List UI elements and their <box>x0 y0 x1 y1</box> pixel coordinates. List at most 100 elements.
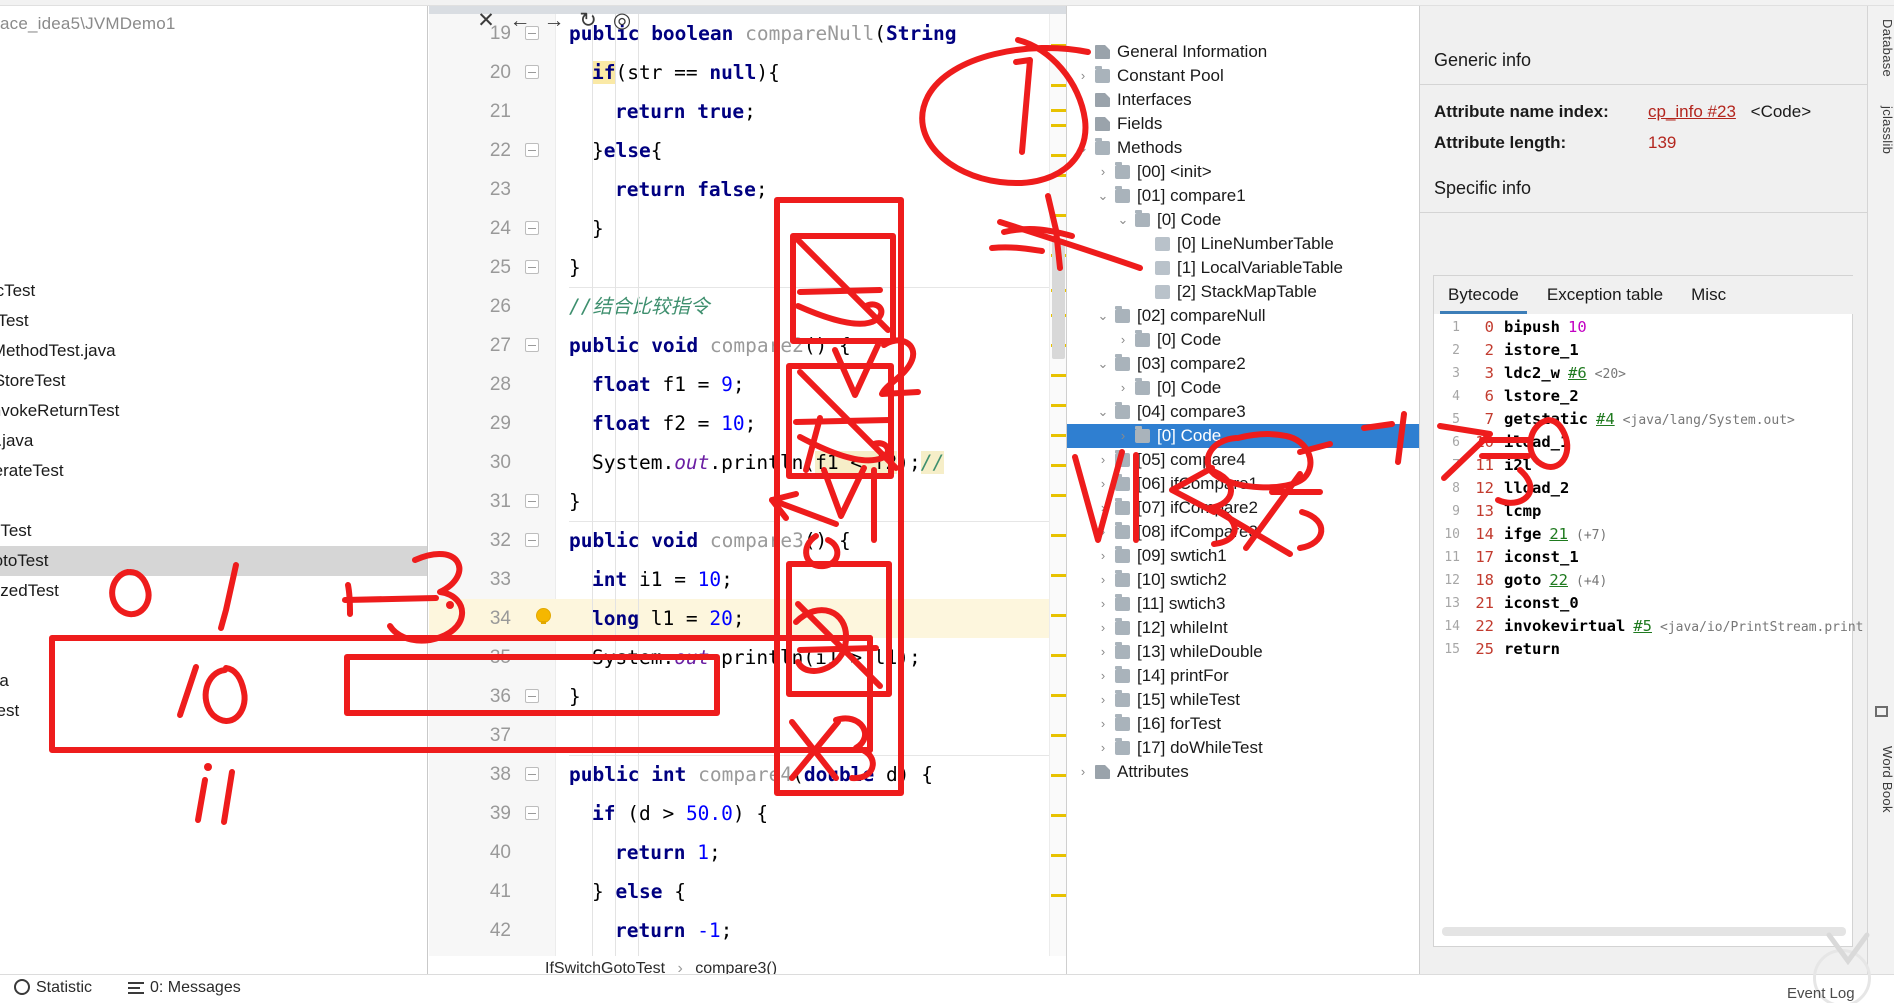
fold-toggle-icon[interactable] <box>525 338 539 352</box>
project-tree-item[interactable]: sCastTest <box>0 306 427 336</box>
code-marker[interactable] <box>1051 854 1066 857</box>
project-file-tree[interactable]: gu hmeticTest sCastTest rfaceMethodTest.jav… <box>0 216 427 726</box>
chevron-right-icon[interactable]: › <box>1095 616 1111 640</box>
chevron-right-icon[interactable]: › <box>1095 712 1111 736</box>
chevron-right-icon[interactable]: › <box>1075 64 1091 88</box>
fold-toggle-icon[interactable] <box>525 767 539 781</box>
close-icon[interactable]: ✕ <box>475 10 497 32</box>
editor-code-area[interactable]: 19 public boolean compareNull(String 20 if(… <box>429 14 1066 956</box>
bytecode-row[interactable]: 6 10 iload_1 <box>1434 431 1854 454</box>
classtree-item[interactable]: › Attributes <box>1067 760 1419 784</box>
classtree-item[interactable]: › [07] ifCompare2 <box>1067 496 1419 520</box>
project-tree-item[interactable]: gu.java <box>0 666 427 696</box>
code-text[interactable]: int i1 = 10; <box>592 560 733 599</box>
classtree-item[interactable]: › [00] <init> <box>1067 160 1419 184</box>
fold-toggle-icon[interactable] <box>525 494 539 508</box>
event-log-widget[interactable]: Event Log <box>1787 932 1883 1003</box>
project-tree-item[interactable]: ckOperateTest <box>0 456 427 486</box>
code-marker[interactable] <box>1051 434 1066 437</box>
project-tree-item[interactable]: wTest.java <box>0 426 427 456</box>
code-text[interactable]: } <box>569 677 581 716</box>
chevron-right-icon[interactable]: › <box>1075 760 1091 784</box>
classtree-item[interactable]: [2] StackMapTable <box>1067 280 1419 304</box>
code-line[interactable]: 22}else{ <box>429 131 1066 170</box>
event-log-label[interactable]: Event Log <box>1787 985 1855 1002</box>
chevron-right-icon[interactable]: › <box>1095 736 1111 760</box>
code-line[interactable]: 41} else { <box>429 872 1066 911</box>
window-icon[interactable] <box>1875 706 1888 717</box>
globe-icon[interactable]: ◎ <box>611 10 633 32</box>
chevron-down-icon[interactable]: ⌄ <box>1095 400 1111 424</box>
code-line[interactable]: 32 public void compare3() { <box>429 521 1066 560</box>
code-line[interactable]: 37 <box>429 716 1066 755</box>
code-text[interactable]: } <box>569 482 581 521</box>
editor-scrollbar-thumb[interactable] <box>1052 239 1065 359</box>
classtree-item[interactable]: ⌄ [0] Code <box>1067 208 1419 232</box>
bytecode-row[interactable]: 11 17 iconst_1 <box>1434 546 1854 569</box>
fold-toggle-icon[interactable] <box>525 143 539 157</box>
code-line[interactable]: 28 float f1 = 9; <box>429 365 1066 404</box>
forward-arrow-icon[interactable]: → <box>543 10 565 32</box>
code-text[interactable]: return -1; <box>615 911 732 950</box>
chevron-right-icon[interactable]: › <box>1095 568 1111 592</box>
fold-toggle-icon[interactable] <box>525 260 539 274</box>
chevron-right-icon[interactable]: › <box>1095 472 1111 496</box>
classtree-item[interactable]: ⌄ [01] compare1 <box>1067 184 1419 208</box>
classtree-item[interactable]: [0] LineNumberTable <box>1067 232 1419 256</box>
code-line[interactable]: 30 System.out.println(f1 < f2);// <box>429 443 1066 482</box>
code-marker[interactable] <box>1051 494 1066 497</box>
classtree-item[interactable]: › [13] whileDouble <box>1067 640 1419 664</box>
code-text[interactable]: float f2 = 10; <box>592 404 756 443</box>
bytecode-row[interactable]: 4 6 lstore_2 <box>1434 385 1854 408</box>
classtree-item[interactable]: ⌄ [03] compare2 <box>1067 352 1419 376</box>
fold-toggle-icon[interactable] <box>525 533 539 547</box>
code-marker[interactable] <box>1051 154 1066 157</box>
code-line[interactable]: 36} <box>429 677 1066 716</box>
code-marker[interactable] <box>1051 174 1066 177</box>
tool-tab-jclasslib[interactable]: jclasslib <box>1868 92 1894 168</box>
chevron-right-icon[interactable]: › <box>1095 592 1111 616</box>
bytecode-instruction-list[interactable]: 1 0 bipush 10 2 2 istore_1 3 3 ldc2_w #6 <20> 4 6 lsto… <box>1434 316 1863 661</box>
back-arrow-icon[interactable]: ← <box>509 10 531 32</box>
code-text[interactable]: return 1; <box>615 833 721 872</box>
bytecode-row[interactable]: 8 12 lload_2 <box>1434 477 1854 500</box>
bytecode-row[interactable]: 2 2 istore_1 <box>1434 339 1854 362</box>
chevron-right-icon[interactable]: › <box>1095 448 1111 472</box>
code-text[interactable]: public int compare4(double d) { <box>569 755 933 794</box>
code-marker[interactable] <box>1051 774 1066 777</box>
code-editor[interactable]: 19 public boolean compareNull(String 20 if(… <box>429 6 1066 956</box>
bytecode-tab[interactable]: Bytecode <box>1434 276 1533 314</box>
status-item-messages[interactable]: 0: Messages <box>128 979 241 997</box>
project-tree-item[interactable]: dAndStoreTest <box>0 366 427 396</box>
code-text[interactable]: //结合比较指令 <box>569 287 709 326</box>
bytecode-constant-ref[interactable]: #4 <box>1596 410 1615 428</box>
project-tree-item[interactable]: hmeticTest <box>0 276 427 306</box>
bytecode-row[interactable]: 14 22 invokevirtual #5 <java/io/PrintStream.… <box>1434 615 1863 638</box>
bytecode-tab[interactable]: Misc <box>1677 276 1740 314</box>
chevron-right-icon[interactable]: › <box>1095 544 1111 568</box>
classtree-item[interactable]: › [16] forTest <box>1067 712 1419 736</box>
classtree-item[interactable]: › [06] ifCompare1 <box>1067 472 1419 496</box>
chevron-down-icon[interactable]: ⌄ <box>1075 136 1091 160</box>
classtree-item[interactable]: › [14] printFor <box>1067 664 1419 688</box>
classtree-item[interactable]: › [10] swtich2 <box>1067 568 1419 592</box>
fold-toggle-icon[interactable] <box>525 221 539 235</box>
project-tree-item[interactable]: thodInvokeReturnTest <box>0 396 427 426</box>
bytecode-row[interactable]: 13 21 iconst_0 <box>1434 592 1854 615</box>
refresh-icon[interactable]: ↻ <box>577 10 599 32</box>
chevron-right-icon[interactable]: › <box>1095 160 1111 184</box>
bytecode-constant-ref[interactable]: 21 <box>1549 525 1568 543</box>
fold-toggle-icon[interactable] <box>525 806 539 820</box>
code-text[interactable]: } <box>592 209 604 248</box>
code-text[interactable]: public void compare2() { <box>569 326 851 365</box>
code-marker[interactable] <box>1051 654 1066 657</box>
classtree-item[interactable]: ⌄ [02] compareNull <box>1067 304 1419 328</box>
code-line[interactable]: 33 int i1 = 10; <box>429 560 1066 599</box>
code-marker[interactable] <box>1051 574 1066 577</box>
classtree-item[interactable]: Fields <box>1067 112 1419 136</box>
chevron-right-icon[interactable]: › <box>1095 520 1111 544</box>
chevron-right-icon[interactable]: › <box>1095 640 1111 664</box>
chevron-right-icon[interactable]: › <box>1115 376 1131 400</box>
code-marker[interactable] <box>1051 534 1066 537</box>
code-text[interactable]: if(str == null){ <box>592 53 780 92</box>
